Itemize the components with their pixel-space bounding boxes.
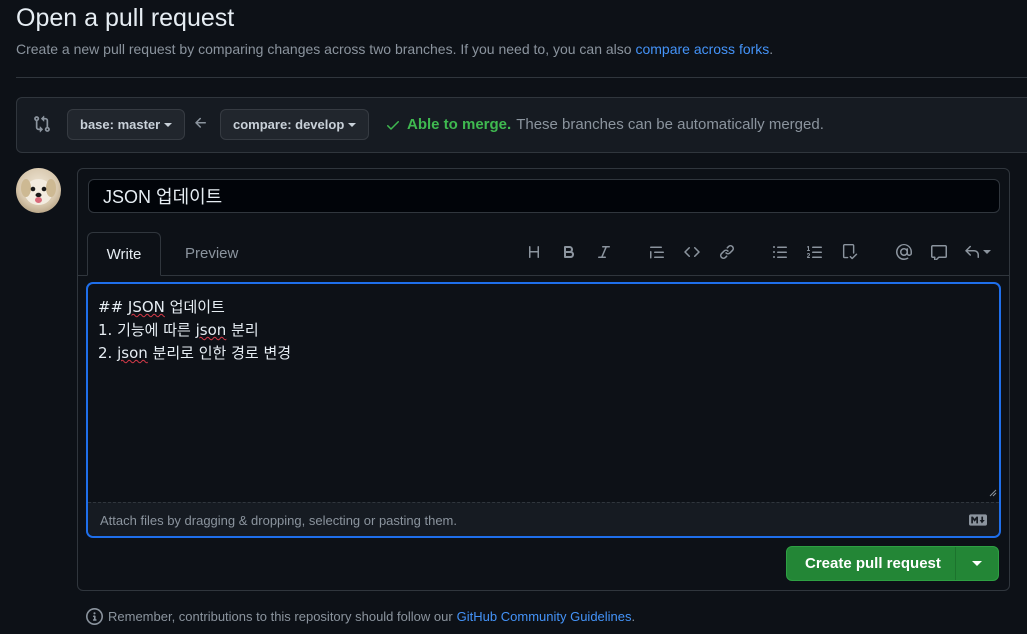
- compare-branch-select[interactable]: compare: develop: [220, 109, 370, 140]
- base-branch-select[interactable]: base: master: [67, 109, 186, 140]
- quote-icon[interactable]: [647, 242, 667, 262]
- subtitle-text: Create a new pull request by comparing c…: [16, 41, 632, 57]
- base-branch-label: base: master: [80, 117, 161, 132]
- contribution-note: Remember, contributions to this reposito…: [86, 608, 635, 625]
- markdown-icon[interactable]: [969, 514, 987, 526]
- page-title: Open a pull request: [16, 4, 235, 32]
- italic-icon[interactable]: [594, 242, 614, 262]
- mention-icon[interactable]: [894, 242, 914, 262]
- body-textarea[interactable]: ## JSON 업데이트 1. 기능에 따른 json 분리 2. json 분…: [87, 283, 1000, 537]
- attach-files-bar[interactable]: Attach files by dragging & dropping, sel…: [88, 502, 999, 536]
- bullet-list-icon[interactable]: [770, 242, 790, 262]
- note-text: Remember, contributions to this reposito…: [108, 609, 453, 624]
- avatar[interactable]: [16, 168, 61, 213]
- bold-icon[interactable]: [559, 242, 579, 262]
- merge-status-text: These branches can be automatically merg…: [516, 116, 824, 133]
- subtitle-end: .: [769, 41, 774, 57]
- page-subtitle: Create a new pull request by comparing c…: [16, 41, 773, 57]
- info-icon: [86, 608, 103, 625]
- chevron-down-icon: [983, 250, 991, 254]
- body-line: 1. 기능에 따른 json 분리: [98, 321, 259, 339]
- create-pull-request-label[interactable]: Create pull request: [787, 547, 955, 580]
- create-pull-request-button[interactable]: Create pull request: [786, 546, 999, 581]
- attach-hint: Attach files by dragging & dropping, sel…: [100, 513, 457, 528]
- reply-icon[interactable]: [964, 242, 998, 262]
- heading-icon[interactable]: [524, 242, 544, 262]
- check-icon: [387, 120, 399, 130]
- title-input[interactable]: JSON 업데이트: [88, 179, 1000, 213]
- chevron-down-icon: [164, 122, 173, 127]
- reference-icon[interactable]: [929, 242, 949, 262]
- code-icon[interactable]: [682, 242, 702, 262]
- divider: [16, 77, 1027, 78]
- create-options-dropdown[interactable]: [956, 547, 998, 580]
- git-compare-icon: [34, 115, 50, 133]
- compare-across-forks-link[interactable]: compare across forks: [635, 41, 769, 57]
- link-icon[interactable]: [717, 242, 737, 262]
- chevron-down-icon: [972, 561, 982, 566]
- arrow-left-icon: [195, 117, 206, 128]
- merge-ok-label: Able to merge.: [407, 116, 512, 133]
- note-end: .: [631, 609, 636, 624]
- numbered-list-icon[interactable]: [805, 242, 825, 262]
- tab-preview[interactable]: Preview: [185, 245, 238, 262]
- resize-handle-icon[interactable]: [989, 489, 997, 497]
- task-list-icon[interactable]: [840, 242, 860, 262]
- tab-write[interactable]: Write: [87, 232, 161, 276]
- branch-compare-bar: base: master compare: develop Able to me…: [16, 97, 1027, 153]
- chevron-down-icon: [348, 122, 357, 127]
- community-guidelines-link[interactable]: GitHub Community Guidelines: [457, 609, 632, 624]
- body-line: ## JSON 업데이트: [98, 298, 225, 316]
- pull-request-form: JSON 업데이트 Write Preview ## JSON 업데이트 1. …: [77, 168, 1010, 591]
- merge-status: Able to merge. These branches can be aut…: [385, 116, 824, 133]
- button-divider: [955, 547, 956, 580]
- body-text: ## JSON 업데이트 1. 기능에 따른 json 분리 2. json 분…: [98, 296, 291, 365]
- compare-branch-label: compare: develop: [233, 117, 345, 132]
- avatar-dog-image: [21, 179, 56, 205]
- body-line: 2. json 분리로 인한 경로 변경: [98, 344, 292, 362]
